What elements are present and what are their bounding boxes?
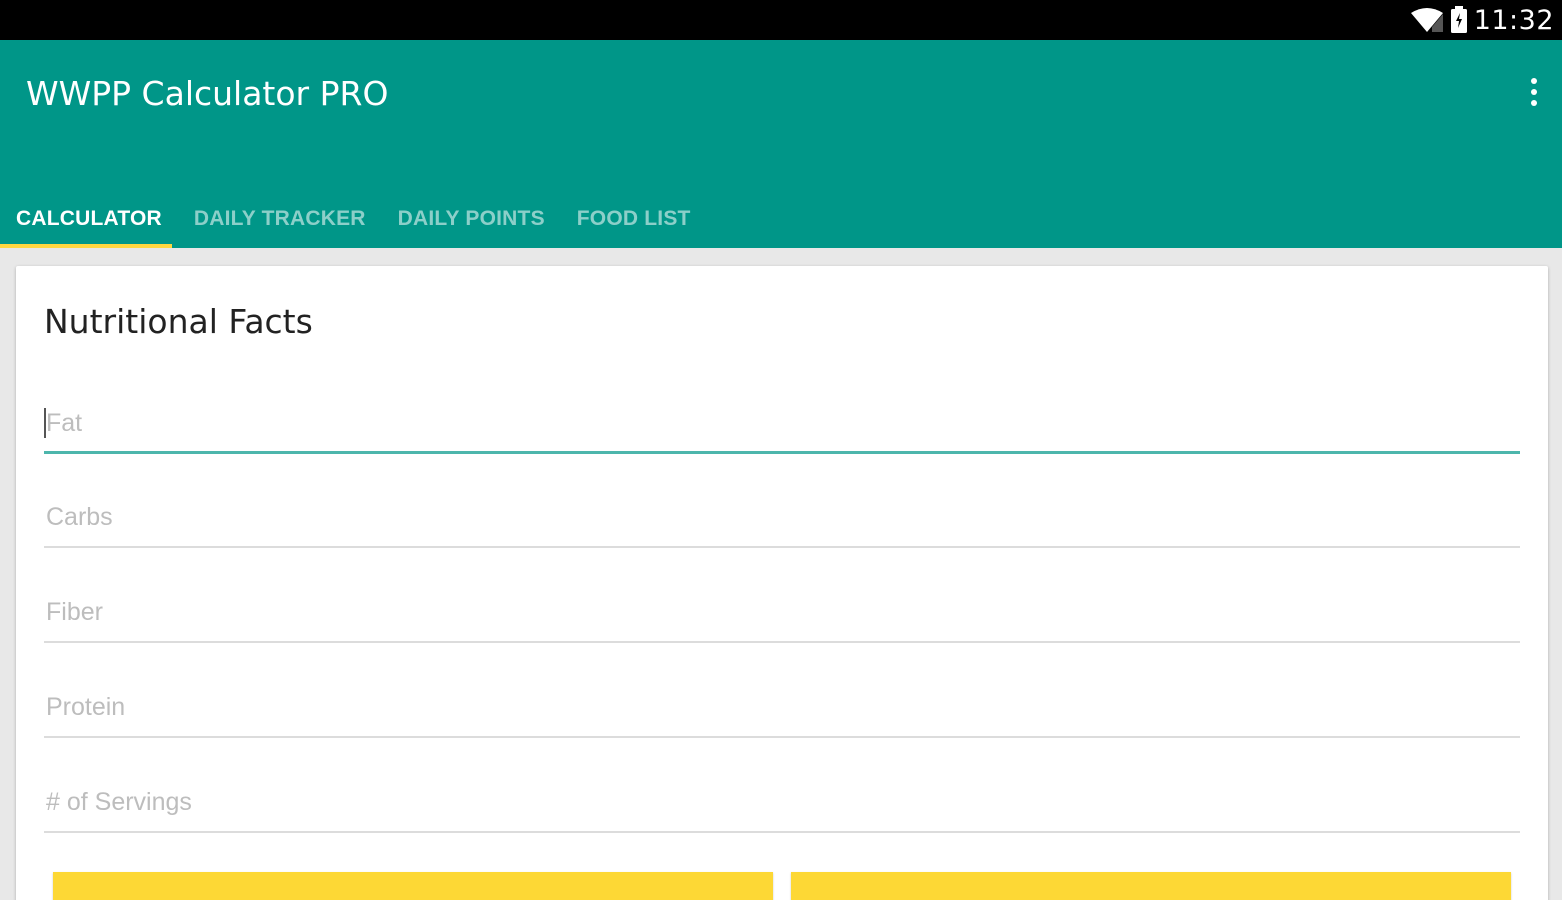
protein-input[interactable] [44,678,1520,736]
fiber-field-container [44,583,1520,643]
carbs-field-container [44,488,1520,548]
protein-field-container [44,678,1520,738]
overflow-menu-icon[interactable] [1528,76,1540,108]
tab-daily-tracker[interactable]: DAILY TRACKER [178,190,382,248]
tab-calculator[interactable]: CALCULATOR [0,190,178,248]
tab-bar: CALCULATOR DAILY TRACKER DAILY POINTS FO… [0,190,707,248]
battery-icon [1450,6,1467,33]
fat-input[interactable] [44,394,1520,452]
left-action-button[interactable] [53,872,773,900]
app-title: WWPP Calculator PRO [26,74,389,113]
servings-field-container [44,773,1520,833]
servings-input[interactable] [44,773,1520,831]
servings-underline [44,831,1520,833]
status-icons: 11:32 [1410,4,1554,36]
carbs-input[interactable] [44,488,1520,546]
right-action-button[interactable] [791,872,1511,900]
card-title: Nutritional Facts [44,302,313,341]
wifi-icon [1410,8,1443,32]
app-bar: WWPP Calculator PRO CALCULATOR DAILY TRA… [0,40,1562,248]
protein-underline [44,736,1520,738]
text-cursor [44,408,46,438]
fiber-underline [44,641,1520,643]
status-time: 11:32 [1473,4,1554,36]
nutritional-facts-card: Nutritional Facts [16,266,1548,900]
active-tab-indicator [0,244,172,248]
status-bar: 11:32 [0,0,1562,40]
fat-underline [44,451,1520,454]
tab-daily-points[interactable]: DAILY POINTS [382,190,561,248]
carbs-underline [44,546,1520,548]
fiber-input[interactable] [44,583,1520,641]
fat-field-container [44,394,1520,454]
tab-food-list[interactable]: FOOD LIST [561,190,707,248]
